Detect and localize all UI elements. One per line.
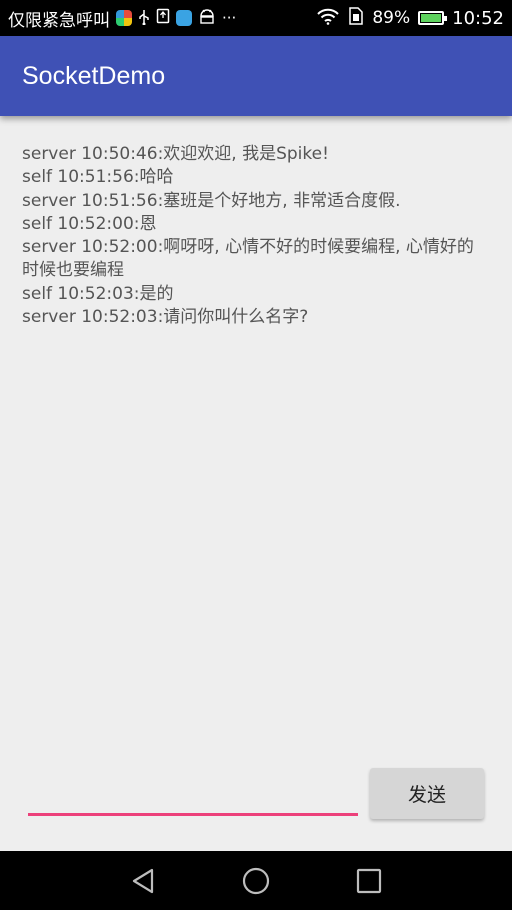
status-left: 仅限紧急呼叫 ··· [8,6,236,31]
app-bar: SocketDemo [0,36,512,116]
status-right: 89% 10:52 [316,6,504,30]
message-line: server 10:52:03:请问你叫什么名字? [22,307,309,328]
more-icon: ··· [222,8,237,27]
home-icon [242,867,270,895]
home-button[interactable] [239,864,273,898]
message-line: server 10:51:56:塞班是个好地方, 非常适合度假. [22,190,401,211]
sim-card-icon [348,6,364,30]
message-line: self 10:52:03:是的 [22,283,174,304]
recents-button[interactable] [352,864,386,898]
message-log: server 10:50:46:欢迎欢迎, 我是Spike! self 10:5… [22,143,490,329]
message-line: self 10:51:56:哈哈 [22,167,174,188]
send-button[interactable]: 发送 [370,768,484,819]
recents-icon [356,868,382,894]
message-line: self 10:52:00:恩 [22,213,157,234]
battery-level-fill [421,14,441,22]
app-title: SocketDemo [22,61,166,90]
message-line: server 10:50:46:欢迎欢迎, 我是Spike! [22,144,329,164]
carrier-text: 仅限紧急呼叫 [8,10,110,31]
screen: 仅限紧急呼叫 ··· 89% 10:52 SocketDemo server 1… [0,0,512,910]
status-bar: 仅限紧急呼叫 ··· 89% 10:52 [0,0,512,36]
message-line: server 10:52:00:啊呀呀, 心情不好的时候要编程, 心情好的时候也… [22,237,474,281]
app-icon [116,10,132,26]
back-icon [132,868,154,894]
app-icon [176,10,192,26]
battery-charging-icon [418,11,448,25]
sim-icon [156,8,170,29]
navigation-bar [0,851,512,910]
message-input[interactable] [28,780,358,816]
clock-time: 10:52 [452,7,504,29]
usb-icon [138,9,150,28]
android-debug-icon [198,8,216,29]
back-button[interactable] [126,864,160,898]
battery-percent: 89% [372,8,411,28]
wifi-icon [316,7,340,30]
